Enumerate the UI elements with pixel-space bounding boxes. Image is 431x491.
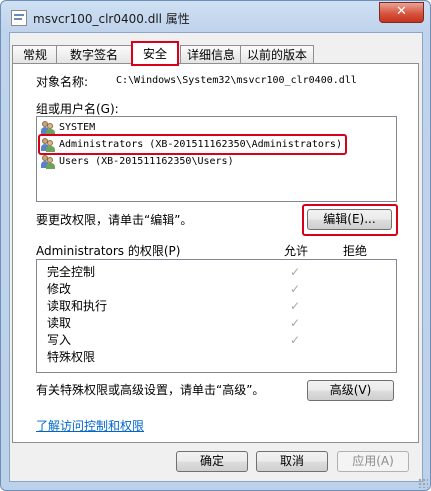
window-title: msvcr100_clr0400.dll 属性 bbox=[33, 12, 190, 26]
advanced-button[interactable]: 高级(V) bbox=[307, 380, 394, 401]
group-name: Users (XB-201511162350\Users) bbox=[59, 156, 234, 167]
allow-header: 允许 bbox=[284, 244, 309, 258]
allow-check-icon: ✓ bbox=[290, 316, 301, 330]
tab-digital-signatures[interactable]: 数字签名 bbox=[56, 45, 132, 64]
permission-name: 读取和执行 bbox=[47, 299, 108, 313]
administrators-highlight bbox=[38, 134, 347, 155]
permissions-title: Administrators 的权限(P) bbox=[36, 244, 181, 258]
permissions-list: 完全控制 ✓ 修改 ✓ 读取和执行 ✓ 读取 ✓ 写入 ✓ 特殊权限 bbox=[36, 259, 397, 373]
tab-general[interactable]: 常规 bbox=[12, 45, 58, 64]
groups-label: 组或用户名(G): bbox=[36, 102, 119, 116]
permission-name: 修改 bbox=[47, 282, 72, 296]
permission-name: 完全控制 bbox=[47, 265, 96, 279]
resize-grip[interactable] bbox=[418, 478, 428, 488]
edit-button-highlight bbox=[302, 204, 398, 236]
tab-previous-versions[interactable]: 以前的版本 bbox=[240, 45, 314, 64]
permission-row: 完全控制 ✓ bbox=[47, 264, 387, 281]
allow-check-icon: ✓ bbox=[290, 265, 301, 279]
advanced-hint: 有关特殊权限或高级设置，请单击“高级”。 bbox=[36, 383, 265, 397]
permission-name: 特殊权限 bbox=[47, 350, 96, 364]
users-icon bbox=[41, 155, 55, 169]
allow-check-icon: ✓ bbox=[290, 282, 301, 296]
permission-row: 特殊权限 bbox=[47, 349, 387, 366]
permission-row: 读取 ✓ bbox=[47, 315, 387, 332]
deny-header: 拒绝 bbox=[343, 244, 368, 258]
close-button[interactable]: ✕ bbox=[379, 2, 424, 23]
groups-listbox[interactable]: SYSTEM Administrators (XB-201511162350\A… bbox=[36, 116, 397, 202]
learn-access-control-link[interactable]: 了解访问控制和权限 bbox=[36, 417, 144, 434]
allow-check-icon: ✓ bbox=[290, 299, 301, 313]
file-icon bbox=[11, 10, 27, 26]
apply-button[interactable]: 应用(A) bbox=[337, 451, 409, 472]
permission-name: 读取 bbox=[47, 316, 72, 330]
permission-row: 写入 ✓ bbox=[47, 332, 387, 349]
permission-row: 修改 ✓ bbox=[47, 281, 387, 298]
allow-check-icon: ✓ bbox=[290, 333, 301, 347]
tab-details[interactable]: 详细信息 bbox=[180, 45, 242, 64]
object-name-value: C:\Windows\System32\msvcr100_clr0400.dll bbox=[116, 75, 357, 86]
tab-security[interactable]: 安全 bbox=[131, 41, 179, 66]
change-permissions-hint: 要更改权限，请单击“编辑”。 bbox=[36, 213, 193, 227]
title-bar[interactable]: msvcr100_clr0400.dll 属性 ✕ bbox=[1, 1, 430, 33]
permission-name: 写入 bbox=[47, 333, 72, 347]
object-name-label: 对象名称: bbox=[36, 75, 89, 89]
users-icon bbox=[41, 121, 55, 135]
permission-row: 读取和执行 ✓ bbox=[47, 298, 387, 315]
ok-button[interactable]: 确定 bbox=[176, 451, 248, 472]
cancel-button[interactable]: 取消 bbox=[256, 451, 328, 472]
